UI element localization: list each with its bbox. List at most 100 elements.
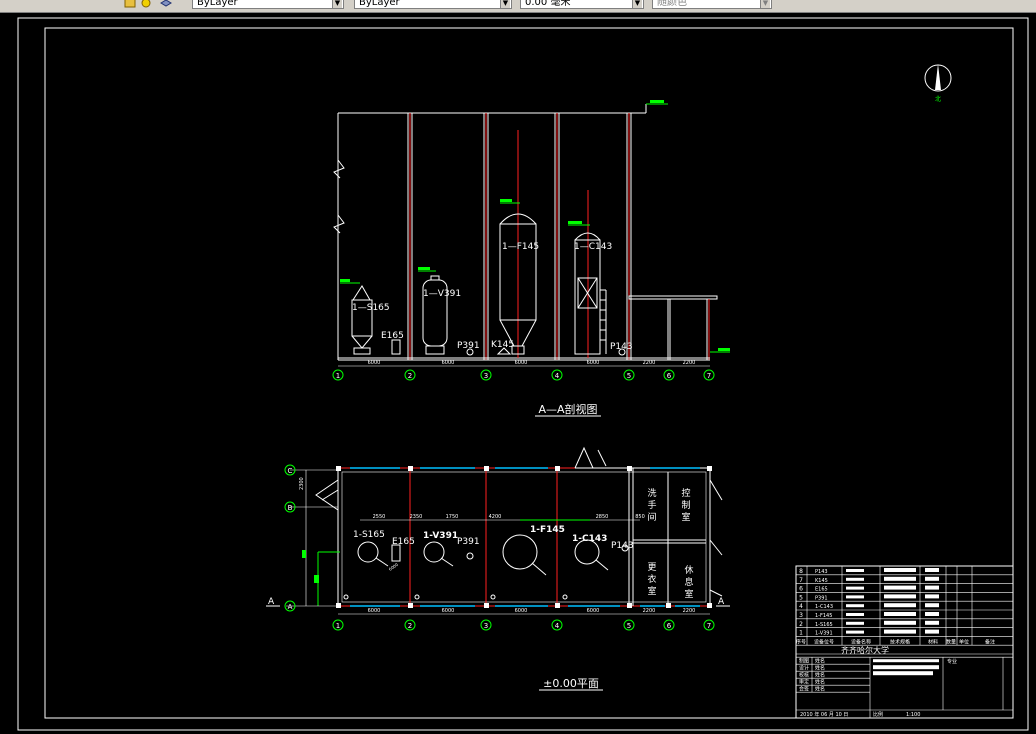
plan-dim-top: 850 [635, 514, 645, 520]
cut-mark-left: A [268, 597, 275, 607]
layers-icon[interactable] [160, 0, 172, 9]
tb-school: 齐齐哈尔大学 [841, 645, 889, 655]
room-char: 间 [647, 511, 656, 523]
plotstyle-control-value: 随颜色 [657, 0, 687, 8]
plan-axis-2: 2 [408, 622, 412, 630]
vessel-s165[interactable] [340, 279, 373, 355]
plan-pump-e165[interactable] [391, 544, 401, 562]
plan-axis-1: 1 [336, 622, 340, 630]
plan-axis-5: 5 [627, 622, 631, 630]
plan-label-e165: E165 [392, 537, 415, 547]
plan-view: 2550 2350 1750 4200 2850 850 6000 1-S165… [266, 446, 730, 691]
section-label-v391: 1—V391 [423, 289, 461, 299]
section-label-f145: 1—F145 [502, 242, 539, 252]
plan-dim: 6000 [587, 608, 600, 614]
plan-dim-top: 2550 [373, 514, 386, 520]
tb-signer-name: 姓名 [815, 679, 825, 686]
lineweight-control[interactable]: 0.00 毫米 ▼ [520, 0, 644, 9]
tb-row-number: 8 [799, 568, 803, 575]
plan-label-p391: P391 [457, 537, 480, 547]
section-axis-6: 6 [667, 372, 672, 380]
tb-header: 数量 [946, 638, 956, 645]
room-char: 休 [684, 564, 693, 576]
room-control: 控制室 [681, 487, 690, 523]
room-char: 室 [681, 511, 690, 523]
section-label-c143: 1—C143 [574, 242, 612, 252]
plan-dim: 6000 [442, 608, 455, 614]
layer-state-icon[interactable] [124, 0, 136, 9]
cut-mark-right: A [718, 597, 725, 607]
tb-part-label: 1-V391 [815, 631, 833, 637]
chevron-down-icon: ▼ [760, 0, 770, 8]
north-label: 北 [935, 95, 941, 103]
tb-part-label: K145 [815, 578, 828, 584]
plan-dim: 6000 [515, 608, 528, 614]
tb-part-label: P391 [815, 595, 828, 601]
room-char: 息 [684, 576, 693, 588]
plan-dim: 2200 [643, 608, 656, 614]
plan-dim: 6000 [388, 562, 400, 572]
section-dim: 2200 [643, 360, 656, 366]
room-char: 手 [647, 499, 656, 511]
section-axis-4: 4 [555, 372, 560, 380]
plan-dim: 6000 [368, 608, 381, 614]
plan-vessel-v391[interactable] [423, 541, 454, 567]
tb-header: 备注 [985, 638, 995, 645]
tb-header: 材料 [928, 638, 938, 645]
plan-dim-top: 2850 [596, 514, 609, 520]
plan-pump-p391[interactable] [466, 552, 474, 560]
tb-scale-value: 1:100 [906, 712, 920, 718]
tb-signer-name: 姓名 [815, 686, 825, 693]
tb-part-label: P143 [815, 569, 828, 575]
section-axis-2: 2 [408, 372, 412, 380]
tb-signer-name: 姓名 [815, 665, 825, 672]
sheet-border-inner [44, 27, 1014, 719]
tb-signer-name: 姓名 [815, 658, 825, 665]
tb-header: 设备名称 [851, 638, 871, 645]
section-title: A—A剖视图 [538, 402, 597, 416]
plan-axis-4: 4 [555, 622, 560, 630]
section-label-p143: P143 [610, 342, 633, 352]
tb-part-label: 1-S165 [815, 622, 833, 628]
section-dim: 6000 [442, 360, 455, 366]
room-rest: 休息室 [684, 564, 693, 600]
plan-vessel-f145[interactable] [502, 534, 547, 576]
plan-dim-top: 2350 [410, 514, 423, 520]
section-dim: 2200 [683, 360, 696, 366]
color-control-value: ByLayer [197, 0, 238, 8]
plan-dim-left: 2300 [299, 477, 305, 490]
section-label-p391: P391 [457, 341, 480, 351]
plan-label-c143: 1-C143 [572, 534, 607, 544]
tb-signer-role: 审定 [799, 679, 809, 686]
tb-date: 2010 年 06 月 10 日 [800, 711, 848, 718]
color-control[interactable]: ByLayer ▼ [192, 0, 344, 9]
vessel-v391[interactable] [418, 267, 448, 355]
section-axis-5: 5 [627, 372, 631, 380]
sun-icon[interactable] [140, 0, 152, 9]
section-dim: 6000 [515, 360, 528, 366]
room-char: 制 [681, 499, 690, 511]
tb-row-number: 3 [799, 612, 803, 619]
plan-row-axis-b: B [288, 504, 293, 512]
column-c143[interactable] [568, 221, 607, 355]
tb-header: 技术规格 [890, 638, 910, 645]
plan-dim-top: 1750 [446, 514, 459, 520]
plan-title: ±0.00平面 [543, 677, 599, 690]
drawing-canvas[interactable]: 北 1—S165 1—V391 1—F145 1—C143 E165 P391 … [0, 12, 1036, 734]
plan-row-axis-a: A [288, 603, 293, 611]
room-char: 控 [681, 487, 690, 499]
linetype-control[interactable]: ByLayer ▼ [354, 0, 512, 9]
section-view: 1—S165 1—V391 1—F145 1—C143 E165 P391 K1… [332, 100, 730, 417]
chevron-down-icon: ▼ [632, 0, 642, 8]
chevron-down-icon: ▼ [500, 0, 510, 8]
plan-column-c143[interactable] [574, 539, 609, 571]
tb-scale-label: 比例 [873, 711, 883, 718]
tb-header: 单位 [959, 638, 969, 645]
pump-e165[interactable] [391, 339, 401, 355]
tb-row-number: 2 [799, 621, 803, 628]
chevron-down-icon: ▼ [332, 0, 342, 8]
plotstyle-control[interactable]: 随颜色 ▼ [652, 0, 772, 9]
tb-row-number: 6 [799, 586, 803, 593]
section-axis-1: 1 [336, 372, 340, 380]
plan-dim-top: 4200 [489, 514, 502, 520]
